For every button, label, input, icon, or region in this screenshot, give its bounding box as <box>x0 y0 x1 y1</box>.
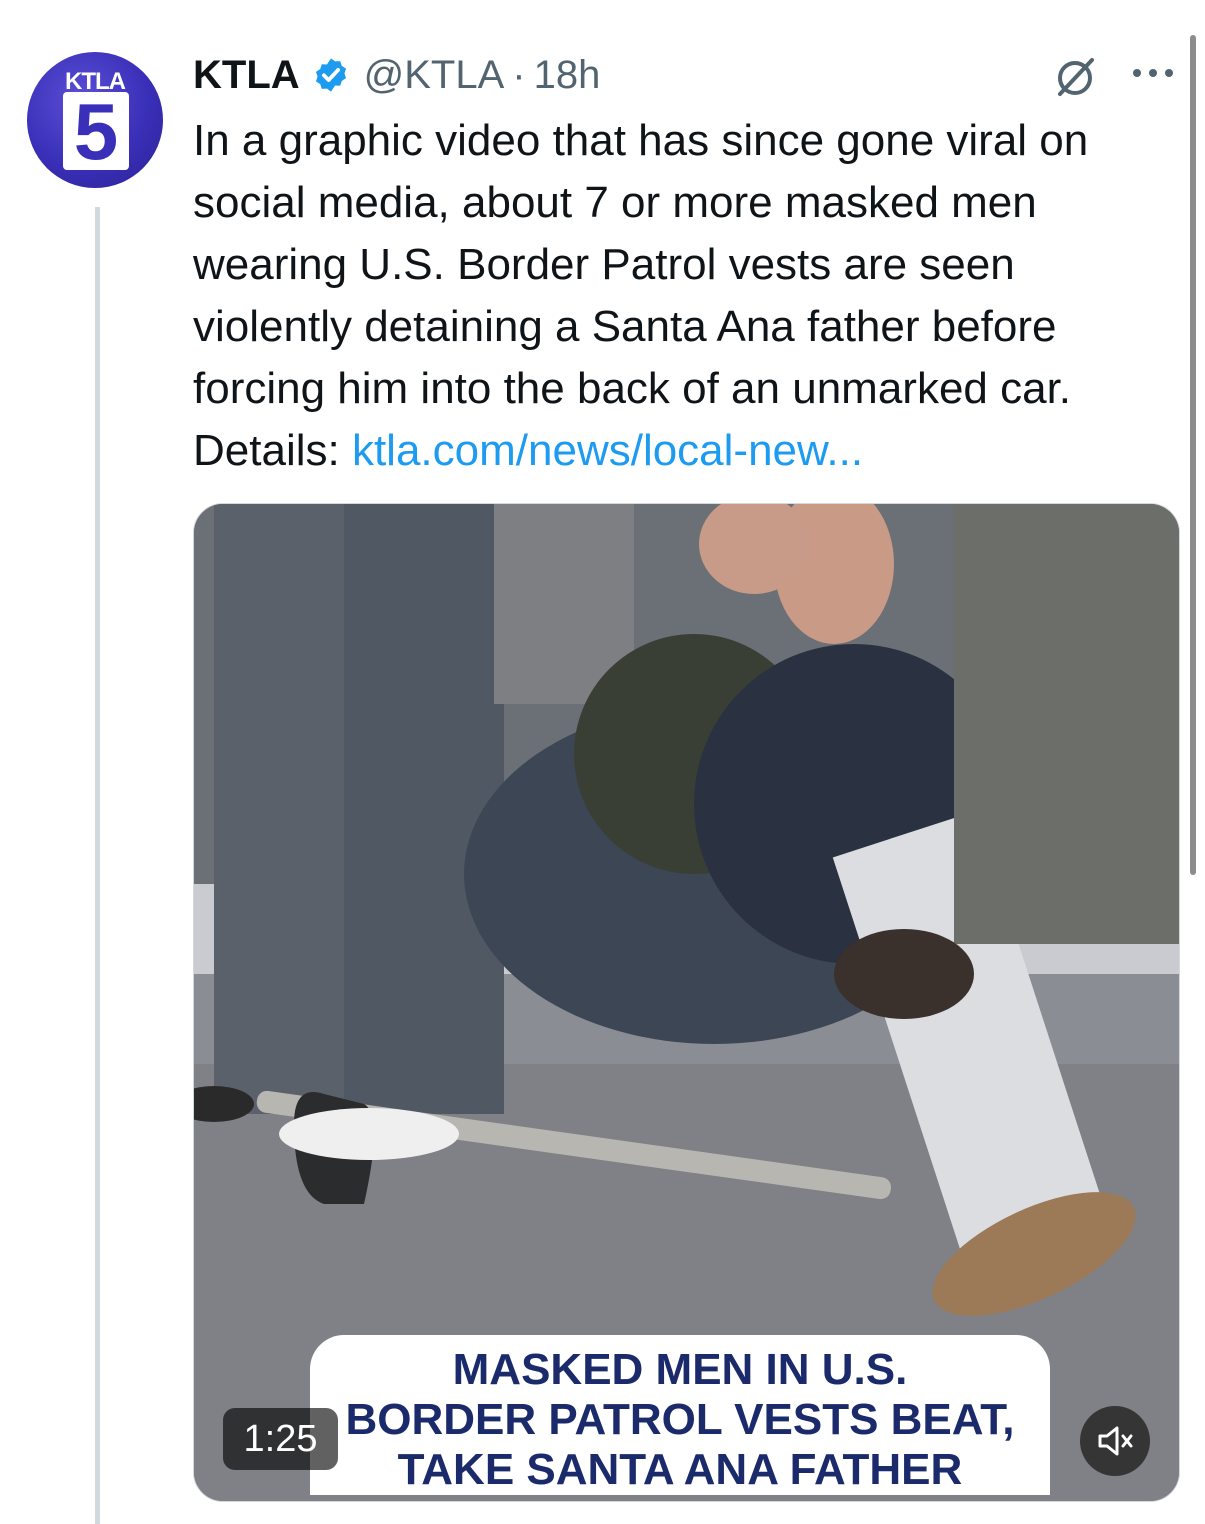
caption-line-3: TAKE SANTA ANA FATHER <box>397 1445 963 1494</box>
tweet-link[interactable]: ktla.com/news/local-new... <box>352 426 863 475</box>
caption-line-2: BORDER PATROL VESTS BEAT, <box>345 1395 1015 1444</box>
video-duration: 1:25 <box>223 1408 338 1470</box>
caption-line-1: MASKED MEN IN U.S. <box>452 1345 908 1394</box>
speaker-muted-icon[interactable] <box>1080 1406 1150 1476</box>
thread-line <box>95 207 100 1524</box>
separator-dot: · <box>512 52 526 97</box>
author-name[interactable]: KTLA <box>193 53 300 98</box>
author-handle[interactable]: @KTLA <box>364 53 505 98</box>
avatar[interactable]: KTLA 5 <box>27 52 163 188</box>
scrollbar[interactable] <box>1190 35 1196 875</box>
more-icon[interactable] <box>1128 58 1178 88</box>
tweet-body: In a graphic video that has since gone v… <box>193 116 1089 475</box>
tweet-text: In a graphic video that has since gone v… <box>193 110 1178 482</box>
video-caption: MASKED MEN IN U.S. BORDER PATROL VESTS B… <box>310 1335 1050 1495</box>
verified-badge-icon[interactable] <box>312 56 350 94</box>
tweet-time[interactable]: 18h <box>534 53 601 98</box>
avatar-channel-number: 5 <box>63 92 129 172</box>
tweet-header: KTLA @KTLA · 18h <box>193 50 600 100</box>
grok-icon[interactable] <box>1050 52 1100 102</box>
